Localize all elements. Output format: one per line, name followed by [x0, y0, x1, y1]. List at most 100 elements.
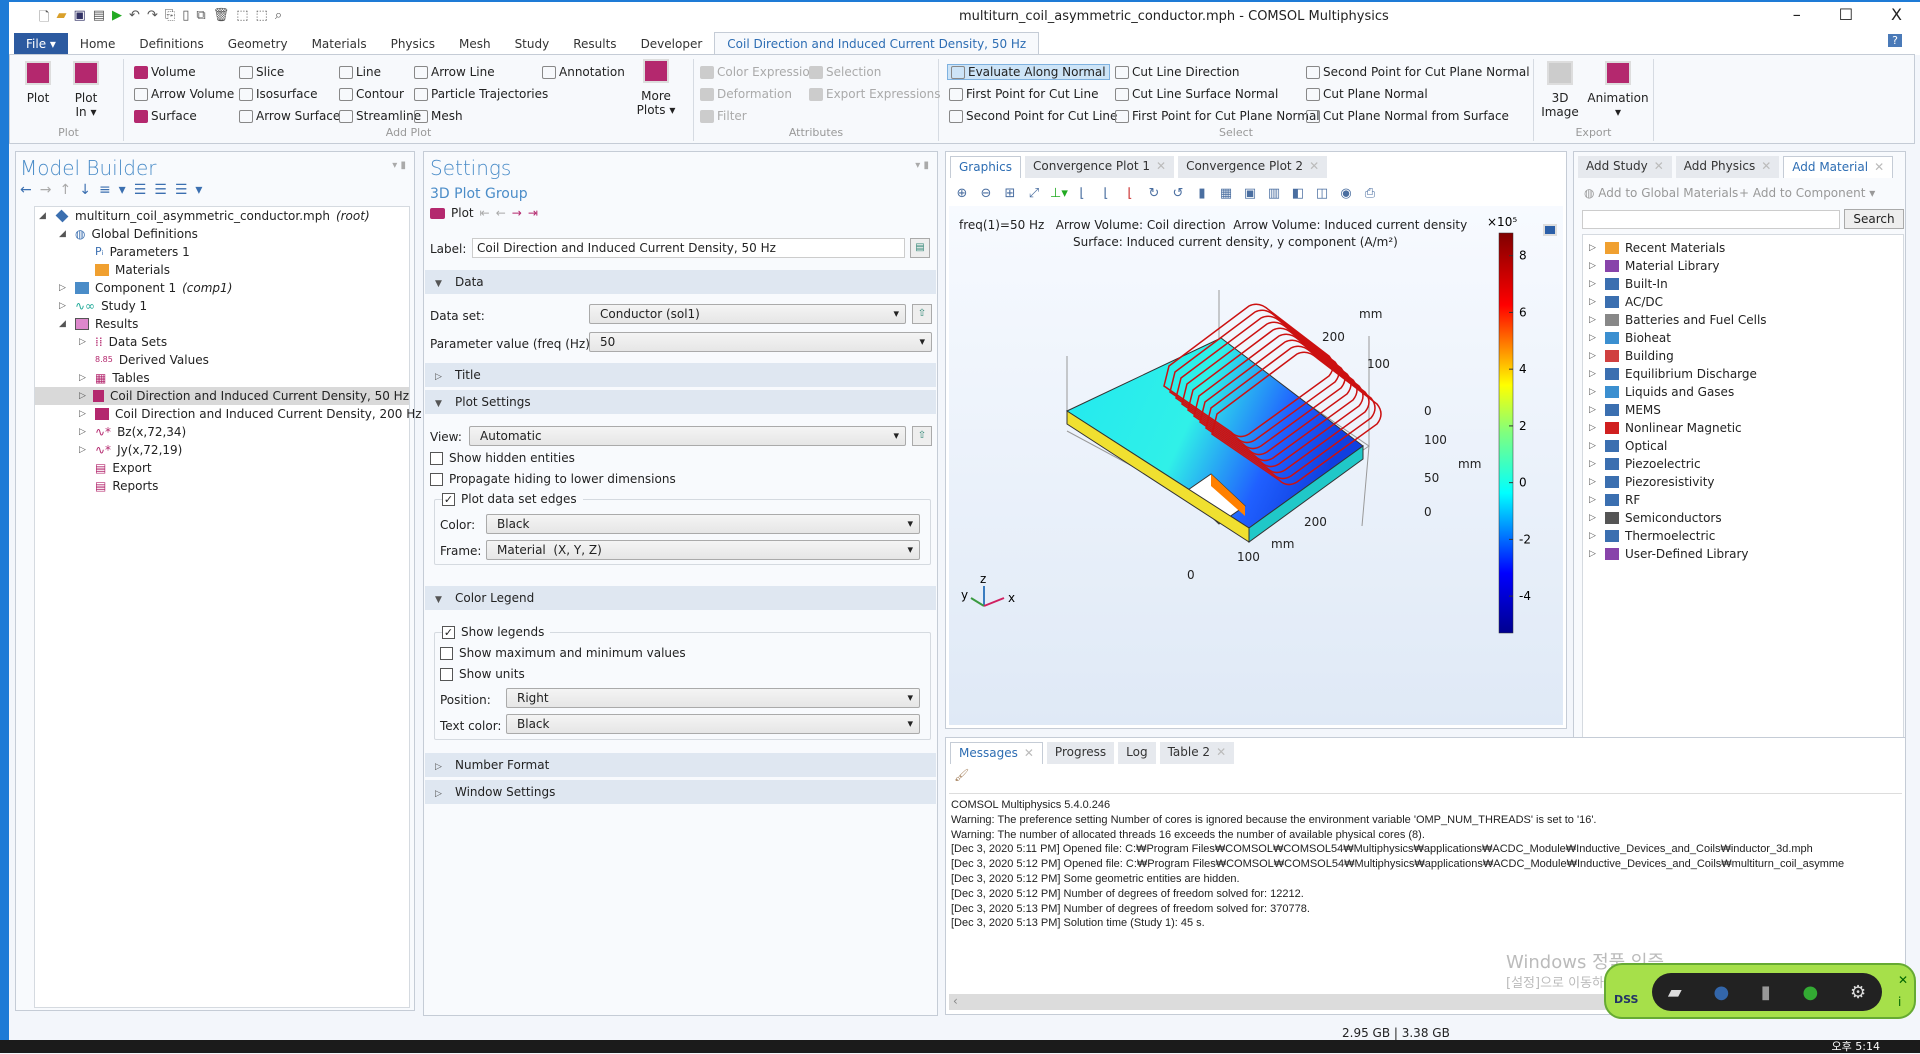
tab-table-2[interactable]: Table 2 ✕: [1159, 742, 1235, 764]
tree-node-results[interactable]: ◢ Results: [59, 315, 138, 333]
tab-messages[interactable]: Messages ✕: [950, 742, 1043, 764]
tree-node-root[interactable]: ◢ multiturn_coil_asymmetric_conductor.mph…: [39, 207, 370, 225]
add-component-button[interactable]: + Add to Component ▾: [1739, 186, 1875, 200]
plot-in-button[interactable]: Plot In ▾: [66, 61, 106, 119]
arrow-volume-button[interactable]: Arrow Volume: [134, 87, 234, 101]
mesh-button[interactable]: Mesh: [414, 109, 463, 123]
plot-button[interactable]: Plot: [451, 206, 474, 220]
material-category[interactable]: ▷ Piezoresistivity: [1589, 473, 1715, 491]
tab-materials[interactable]: Materials: [300, 33, 379, 55]
close-button[interactable]: X: [1891, 5, 1902, 24]
data-set-select[interactable]: Conductor (sol1): [589, 304, 906, 324]
expand-icon[interactable]: ▷: [1589, 329, 1599, 347]
color-select[interactable]: Black: [486, 514, 920, 534]
tab-physics[interactable]: Physics: [379, 33, 447, 55]
search-button[interactable]: Search: [1844, 209, 1904, 229]
material-category[interactable]: ▷ Bioheat: [1589, 329, 1671, 347]
material-category[interactable]: ▷ Equilibrium Discharge: [1589, 365, 1757, 383]
streamline-button[interactable]: Streamline: [339, 109, 421, 123]
export-expressions-button[interactable]: Export Expressions: [809, 87, 941, 101]
tree-node-parameters[interactable]: Pᵢ Parameters 1: [79, 243, 190, 261]
tree-node-bz[interactable]: ▷ ∿* Bz(x,72,34): [79, 423, 186, 441]
close-icon[interactable]: ✕: [1156, 159, 1166, 173]
first-point-cut-line-button[interactable]: First Point for Cut Line: [949, 87, 1099, 101]
graphics-canvas[interactable]: freq(1)=50 Hz Arrow Volume: Coil directi…: [949, 206, 1563, 725]
expand-icon[interactable]: ▷: [1589, 311, 1599, 329]
tab-plot-group[interactable]: Coil Direction and Induced Current Densi…: [714, 32, 1040, 55]
view-select[interactable]: Automatic: [469, 426, 906, 446]
rotate-back-icon[interactable]: ↺: [1170, 186, 1186, 201]
dss-side-buttons[interactable]: ✕ i: [1898, 969, 1908, 1013]
maximize-button[interactable]: ☐: [1839, 5, 1853, 24]
tab-study[interactable]: Study: [503, 33, 562, 55]
transparency-icon[interactable]: ◫: [1314, 186, 1330, 201]
expand-icon[interactable]: ▷: [1589, 437, 1599, 455]
data-set-goto-button[interactable]: ⇧: [912, 304, 932, 324]
tree-node-jy[interactable]: ▷ ∿* Jy(x,72,19): [79, 441, 182, 459]
save-as-icon[interactable]: ▤: [93, 8, 105, 30]
minimize-button[interactable]: –: [1793, 5, 1801, 24]
expand-icon[interactable]: ▷: [1589, 473, 1599, 491]
second-point-cut-line-button[interactable]: Second Point for Cut Line: [949, 109, 1117, 123]
tab-add-material[interactable]: Add Material ✕: [1783, 156, 1894, 178]
down-icon[interactable]: ↓: [79, 182, 99, 198]
run-icon[interactable]: ▶: [112, 8, 122, 30]
tree-node-data-sets[interactable]: ▷ ⁞⁞ Data Sets: [79, 333, 167, 351]
close-icon[interactable]: ✕: [1761, 159, 1771, 173]
screenshot-icon[interactable]: ◉: [1338, 186, 1354, 201]
expand-icon[interactable]: ▷: [1589, 257, 1599, 275]
collapse-icon[interactable]: ☰: [134, 182, 155, 198]
selection-button[interactable]: Selection: [809, 65, 881, 79]
material-category[interactable]: ▷ Built-In: [1589, 275, 1668, 293]
show-hidden-checkbox[interactable]: Show hidden entities: [430, 451, 575, 465]
expand-icon[interactable]: ▷: [1589, 419, 1599, 437]
tab-log[interactable]: Log: [1118, 742, 1156, 764]
xz-view-icon[interactable]: ⌊: [1122, 186, 1138, 201]
propagate-checkbox[interactable]: Propagate hiding to lower dimensions: [430, 472, 676, 486]
material-category[interactable]: ▷ Liquids and Gases: [1589, 383, 1734, 401]
tab-file[interactable]: File ▾: [14, 33, 68, 55]
view-axes-icon[interactable]: ⊥▾: [1050, 186, 1068, 201]
position-select[interactable]: Right: [506, 688, 920, 708]
save-icon[interactable]: ▣: [73, 8, 85, 30]
undo-icon[interactable]: ↶: [129, 8, 140, 30]
tree-node-reports[interactable]: ▤ Reports: [79, 477, 158, 495]
section-title[interactable]: ▷ Title: [425, 363, 936, 387]
close-icon[interactable]: ✕: [1216, 745, 1226, 759]
expand-icon[interactable]: ▷: [1589, 275, 1599, 293]
tab-results[interactable]: Results: [561, 33, 628, 55]
material-category[interactable]: ▷ Batteries and Fuel Cells: [1589, 311, 1767, 329]
section-number-format[interactable]: ▷ Number Format: [425, 753, 936, 777]
zoom-extents-icon[interactable]: ⤢: [1026, 186, 1042, 201]
section-color-legend[interactable]: ▼ Color Legend: [425, 586, 936, 610]
isosurface-button[interactable]: Isosurface: [239, 87, 317, 101]
expand-icon[interactable]: ▷: [1589, 239, 1599, 257]
help-button[interactable]: ?: [1888, 34, 1902, 47]
delete-icon[interactable]: 🗑: [213, 8, 230, 30]
material-category[interactable]: ▷ Optical: [1589, 437, 1667, 455]
plot-edges-checkbox[interactable]: ✓ Plot data set edges: [442, 492, 583, 506]
list-icon[interactable]: ☰▾: [175, 182, 211, 198]
evaluate-along-normal-button[interactable]: Evaluate Along Normal: [947, 64, 1110, 80]
line-button[interactable]: Line: [339, 65, 381, 79]
surface-button[interactable]: Surface: [134, 109, 197, 123]
show-legends-checkbox[interactable]: ✓ Show legends: [442, 625, 551, 639]
xy-view-icon[interactable]: ⌊: [1074, 186, 1090, 201]
expand-icon[interactable]: ▷: [1589, 509, 1599, 527]
search-input[interactable]: [1582, 210, 1840, 229]
tree-node-materials[interactable]: Materials: [79, 261, 170, 279]
tab-convergence-1[interactable]: Convergence Plot 1 ✕: [1025, 156, 1175, 178]
add-global-button[interactable]: ◍ Add to Global Materials: [1584, 186, 1738, 200]
cut-plane-normal-button[interactable]: Cut Plane Normal: [1306, 87, 1428, 101]
axis-icon[interactable]: ▣: [1242, 186, 1258, 201]
tree-node-component[interactable]: ▷ Component 1 (comp1): [59, 279, 232, 297]
back-icon[interactable]: ←: [20, 182, 40, 198]
tab-convergence-2[interactable]: Convergence Plot 2 ✕: [1178, 156, 1328, 178]
text-color-select[interactable]: Black: [506, 714, 920, 734]
tab-progress[interactable]: Progress: [1046, 742, 1115, 764]
section-data[interactable]: ▼ Data: [425, 270, 936, 294]
show-maxmin-checkbox[interactable]: Show maximum and minimum values: [440, 646, 686, 660]
expand-icon[interactable]: ▷: [1589, 293, 1599, 311]
second-point-cut-plane-button[interactable]: Second Point for Cut Plane Normal: [1306, 65, 1530, 79]
rotate-icon[interactable]: ↻: [1146, 186, 1162, 201]
